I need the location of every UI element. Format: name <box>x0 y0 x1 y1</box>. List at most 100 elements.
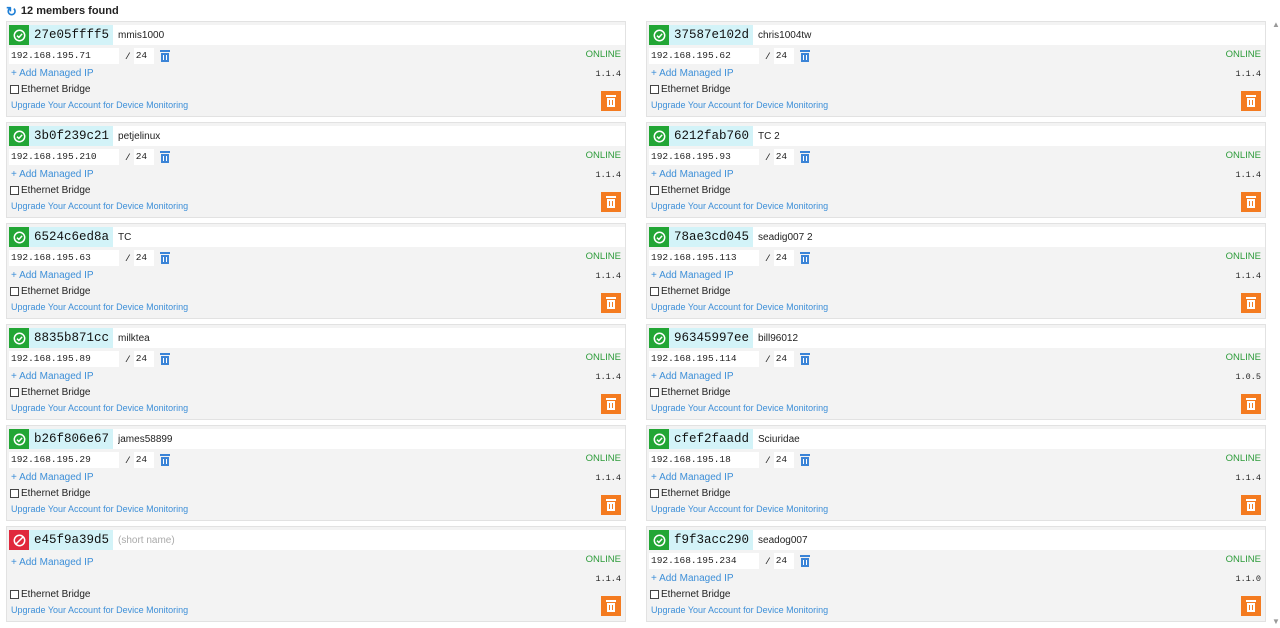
ethernet-bridge-checkbox[interactable]: Ethernet Bridge <box>10 387 91 398</box>
authorized-toggle-icon[interactable] <box>649 429 669 449</box>
member-name-input[interactable] <box>113 227 625 247</box>
checkbox-icon[interactable] <box>650 388 659 397</box>
ethernet-bridge-checkbox[interactable]: Ethernet Bridge <box>650 589 731 600</box>
netmask-field[interactable]: 24 <box>773 452 794 468</box>
delete-member-button[interactable] <box>601 394 621 414</box>
managed-ip-field[interactable]: 192.168.195.113 <box>649 250 759 266</box>
authorized-toggle-icon[interactable] <box>9 227 29 247</box>
netmask-field[interactable]: 24 <box>133 48 154 64</box>
checkbox-icon[interactable] <box>650 287 659 296</box>
member-name-input[interactable] <box>113 25 625 45</box>
delete-member-button[interactable] <box>601 596 621 616</box>
delete-member-button[interactable] <box>601 192 621 212</box>
managed-ip-field[interactable]: 192.168.195.234 <box>649 553 759 569</box>
add-managed-ip-link[interactable]: + Add Managed IP <box>11 557 94 568</box>
checkbox-icon[interactable] <box>10 186 19 195</box>
upgrade-account-link[interactable]: Upgrade Your Account for Device Monitori… <box>651 100 828 110</box>
managed-ip-field[interactable]: 192.168.195.63 <box>9 250 119 266</box>
member-name-input[interactable] <box>113 429 625 449</box>
scroll-up-icon[interactable]: ▲ <box>1272 20 1280 29</box>
delete-member-button[interactable] <box>1241 293 1261 313</box>
add-managed-ip-link[interactable]: + Add Managed IP <box>11 68 94 79</box>
add-managed-ip-link[interactable]: + Add Managed IP <box>11 270 94 281</box>
delete-member-button[interactable] <box>1241 596 1261 616</box>
add-managed-ip-link[interactable]: + Add Managed IP <box>11 169 94 180</box>
delete-member-button[interactable] <box>1241 394 1261 414</box>
member-name-input[interactable] <box>753 126 1265 146</box>
managed-ip-field[interactable]: 192.168.195.71 <box>9 48 119 64</box>
authorized-toggle-icon[interactable] <box>649 227 669 247</box>
add-managed-ip-link[interactable]: + Add Managed IP <box>651 270 734 281</box>
authorized-toggle-icon[interactable] <box>649 530 669 550</box>
upgrade-account-link[interactable]: Upgrade Your Account for Device Monitori… <box>11 605 188 615</box>
managed-ip-field[interactable]: 192.168.195.89 <box>9 351 119 367</box>
checkbox-icon[interactable] <box>10 590 19 599</box>
member-name-input[interactable] <box>753 227 1265 247</box>
checkbox-icon[interactable] <box>10 85 19 94</box>
upgrade-account-link[interactable]: Upgrade Your Account for Device Monitori… <box>651 302 828 312</box>
managed-ip-field[interactable]: 192.168.195.18 <box>649 452 759 468</box>
ethernet-bridge-checkbox[interactable]: Ethernet Bridge <box>650 84 731 95</box>
remove-ip-icon[interactable] <box>799 454 810 466</box>
unauthorized-toggle-icon[interactable] <box>9 530 29 550</box>
add-managed-ip-link[interactable]: + Add Managed IP <box>651 472 734 483</box>
refresh-icon[interactable]: ↻ <box>6 5 17 18</box>
delete-member-button[interactable] <box>1241 495 1261 515</box>
remove-ip-icon[interactable] <box>799 353 810 365</box>
add-managed-ip-link[interactable]: + Add Managed IP <box>11 371 94 382</box>
remove-ip-icon[interactable] <box>799 555 810 567</box>
netmask-field[interactable]: 24 <box>773 553 794 569</box>
upgrade-account-link[interactable]: Upgrade Your Account for Device Monitori… <box>11 302 188 312</box>
ethernet-bridge-checkbox[interactable]: Ethernet Bridge <box>650 488 731 499</box>
managed-ip-field[interactable]: 192.168.195.114 <box>649 351 759 367</box>
netmask-field[interactable]: 24 <box>133 452 154 468</box>
remove-ip-icon[interactable] <box>159 151 170 163</box>
remove-ip-icon[interactable] <box>159 454 170 466</box>
ethernet-bridge-checkbox[interactable]: Ethernet Bridge <box>10 286 91 297</box>
add-managed-ip-link[interactable]: + Add Managed IP <box>651 169 734 180</box>
member-name-input[interactable] <box>753 25 1265 45</box>
delete-member-button[interactable] <box>601 91 621 111</box>
authorized-toggle-icon[interactable] <box>9 328 29 348</box>
authorized-toggle-icon[interactable] <box>9 126 29 146</box>
checkbox-icon[interactable] <box>650 85 659 94</box>
ethernet-bridge-checkbox[interactable]: Ethernet Bridge <box>650 387 731 398</box>
managed-ip-field[interactable]: 192.168.195.210 <box>9 149 119 165</box>
checkbox-icon[interactable] <box>10 388 19 397</box>
ethernet-bridge-checkbox[interactable]: Ethernet Bridge <box>10 589 91 600</box>
authorized-toggle-icon[interactable] <box>649 25 669 45</box>
delete-member-button[interactable] <box>601 293 621 313</box>
member-name-input[interactable] <box>753 429 1265 449</box>
authorized-toggle-icon[interactable] <box>9 25 29 45</box>
authorized-toggle-icon[interactable] <box>649 328 669 348</box>
upgrade-account-link[interactable]: Upgrade Your Account for Device Monitori… <box>11 504 188 514</box>
authorized-toggle-icon[interactable] <box>9 429 29 449</box>
scrollbar[interactable]: ▲ ▼ <box>1270 18 1280 626</box>
checkbox-icon[interactable] <box>10 489 19 498</box>
remove-ip-icon[interactable] <box>159 353 170 365</box>
add-managed-ip-link[interactable]: + Add Managed IP <box>651 371 734 382</box>
delete-member-button[interactable] <box>601 495 621 515</box>
add-managed-ip-link[interactable]: + Add Managed IP <box>651 573 734 584</box>
upgrade-account-link[interactable]: Upgrade Your Account for Device Monitori… <box>11 100 188 110</box>
member-name-input[interactable] <box>753 328 1265 348</box>
upgrade-account-link[interactable]: Upgrade Your Account for Device Monitori… <box>11 403 188 413</box>
upgrade-account-link[interactable]: Upgrade Your Account for Device Monitori… <box>651 201 828 211</box>
member-name-input[interactable] <box>753 530 1265 550</box>
managed-ip-field[interactable]: 192.168.195.29 <box>9 452 119 468</box>
managed-ip-field[interactable]: 192.168.195.62 <box>649 48 759 64</box>
member-name-input[interactable] <box>113 126 625 146</box>
netmask-field[interactable]: 24 <box>133 250 154 266</box>
netmask-field[interactable]: 24 <box>773 48 794 64</box>
checkbox-icon[interactable] <box>650 489 659 498</box>
netmask-field[interactable]: 24 <box>773 149 794 165</box>
checkbox-icon[interactable] <box>650 186 659 195</box>
ethernet-bridge-checkbox[interactable]: Ethernet Bridge <box>650 286 731 297</box>
ethernet-bridge-checkbox[interactable]: Ethernet Bridge <box>10 84 91 95</box>
remove-ip-icon[interactable] <box>799 151 810 163</box>
netmask-field[interactable]: 24 <box>133 351 154 367</box>
upgrade-account-link[interactable]: Upgrade Your Account for Device Monitori… <box>651 504 828 514</box>
remove-ip-icon[interactable] <box>159 252 170 264</box>
ethernet-bridge-checkbox[interactable]: Ethernet Bridge <box>650 185 731 196</box>
netmask-field[interactable]: 24 <box>773 351 794 367</box>
